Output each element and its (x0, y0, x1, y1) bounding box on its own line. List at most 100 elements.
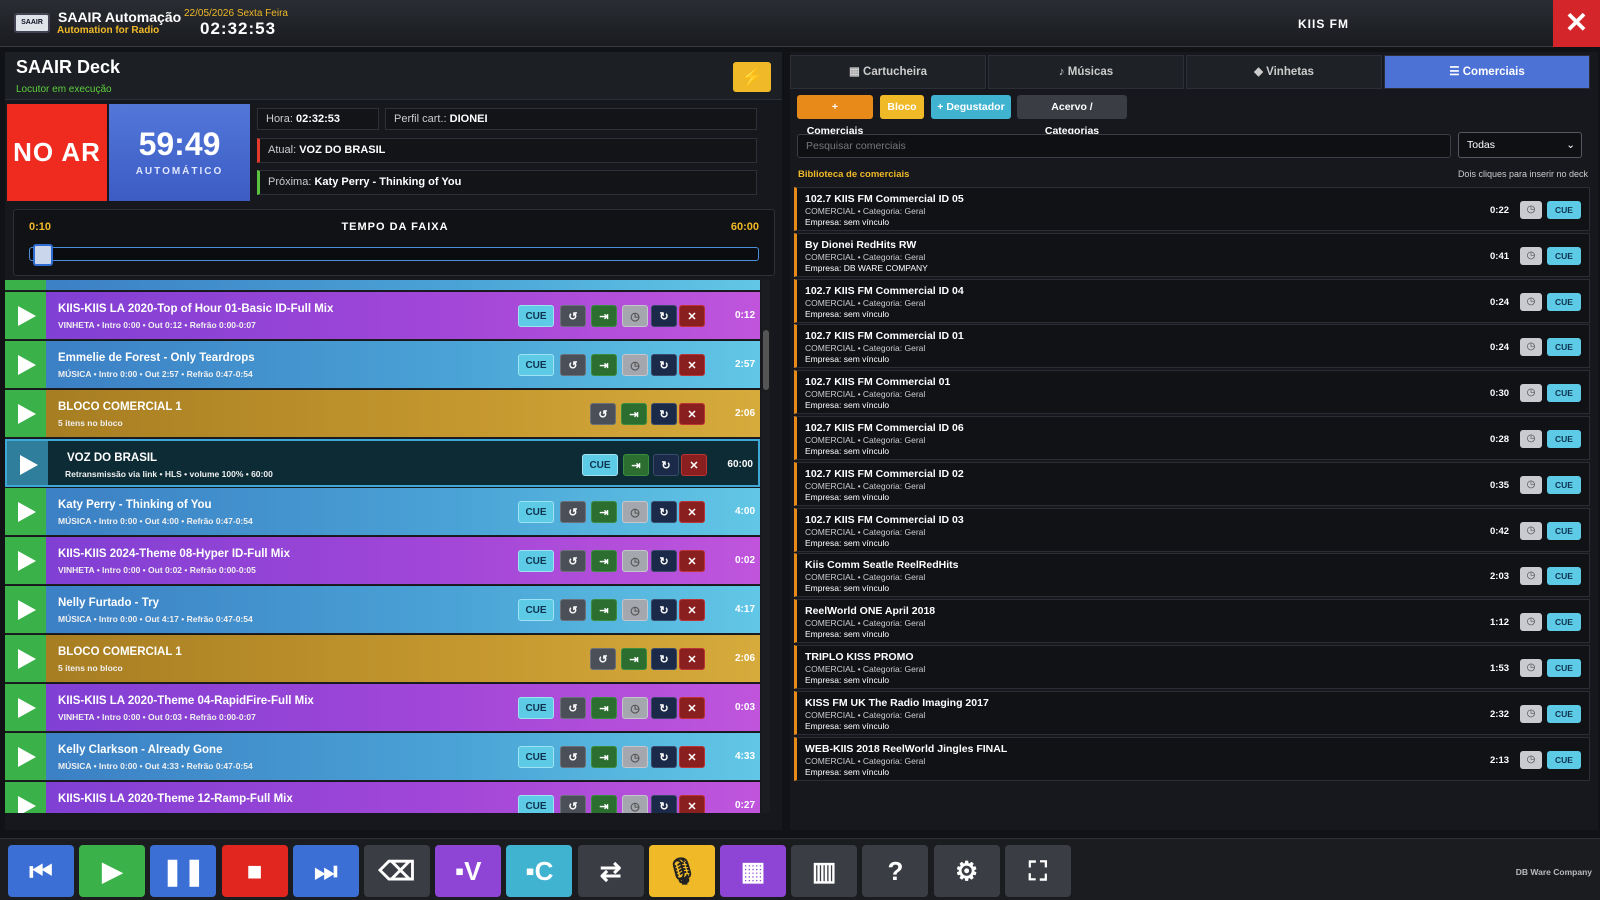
reload-button[interactable]: ↺ (560, 746, 586, 768)
add-comerciais-button[interactable]: + Comerciais (797, 95, 873, 137)
insert-button[interactable]: ⇥ (591, 599, 617, 621)
cue-button[interactable]: CUE (518, 550, 554, 572)
category-select[interactable]: Todas ⌄ (1458, 132, 1582, 158)
schedule-button[interactable]: ◷ (1520, 567, 1542, 586)
schedule-button[interactable]: ◷ (1520, 704, 1542, 723)
play-button[interactable]: ▶ (79, 845, 146, 897)
acervo-button[interactable]: Acervo / Categorias (1017, 95, 1127, 137)
commercial-item[interactable]: 102.7 KIIS FM Commercial 01 COMERCIAL • C… (794, 370, 1590, 415)
insert-button[interactable]: ⇥ (591, 354, 617, 376)
row-play-button[interactable] (5, 782, 46, 813)
cue-button[interactable]: CUE (582, 454, 618, 476)
commercial-item[interactable]: ReelWorld ONE April 2018 COMERCIAL • Cate… (794, 599, 1590, 644)
cue-button[interactable]: CUE (518, 305, 554, 327)
playlist-row[interactable]: Katy Perry - Thinking of You MÚSICA • Int… (5, 488, 760, 536)
insert-button[interactable]: ⇥ (591, 697, 617, 719)
schedule-button[interactable]: ◷ (1520, 521, 1542, 540)
reload-button[interactable]: ↺ (590, 403, 616, 425)
schedule-button[interactable]: ◷ (1520, 659, 1542, 677)
repeat-button[interactable]: ↻ (651, 599, 677, 621)
commercial-item[interactable]: WEB-KIIS 2018 ReelWorld Jingles FINAL COM… (794, 736, 1590, 781)
repeat-button[interactable]: ↻ (651, 746, 677, 768)
cue-button[interactable]: CUE (518, 746, 554, 768)
building-button[interactable]: ▥ (791, 845, 858, 897)
track-progress-slider[interactable] (29, 244, 759, 266)
schedule-button[interactable]: ◷ (622, 550, 648, 572)
commercial-item[interactable]: 102.7 KIIS FM Commercial ID 02 COMERCIAL … (794, 461, 1590, 506)
schedule-button[interactable]: ◷ (1520, 338, 1542, 357)
close-button[interactable]: ✕ (1553, 0, 1600, 47)
eraser-button[interactable]: ⌫ (364, 845, 430, 897)
comerciais-button[interactable]: ▪C (506, 845, 573, 897)
playlist-row[interactable]: MÚSICA • Intro 0:00 • Out 3:43 • Refrão … (5, 280, 760, 291)
remove-button[interactable]: ✕ (679, 648, 705, 670)
reload-button[interactable]: ↺ (560, 354, 586, 376)
grid-button[interactable]: ▦ (720, 845, 786, 897)
playlist-row[interactable]: Kelly Clarkson - Already Gone MÚSICA • In… (5, 733, 760, 781)
vinhetas-button[interactable]: ▪V (435, 845, 502, 897)
previous-button[interactable]: ⏮ (8, 845, 74, 897)
row-play-button[interactable] (5, 684, 46, 731)
row-play-button[interactable] (5, 341, 46, 388)
row-play-button[interactable] (5, 586, 46, 633)
row-play-button[interactable] (5, 292, 46, 339)
cue-button[interactable]: CUE (518, 795, 554, 813)
cue-button[interactable]: CUE (518, 599, 554, 621)
settings-button[interactable]: ⚙ (933, 845, 1000, 897)
remove-button[interactable]: ✕ (681, 454, 707, 476)
cue-button[interactable]: CUE (1547, 613, 1581, 632)
insert-button[interactable]: ⇥ (591, 501, 617, 523)
remove-button[interactable]: ✕ (679, 354, 705, 376)
commercial-item[interactable]: 102.7 KIIS FM Commercial ID 01 COMERCIAL … (794, 324, 1590, 369)
cue-button[interactable]: CUE (1547, 704, 1581, 723)
playlist-row[interactable]: KIIS-KIIS 2024-Theme 08-Hyper ID-Full Mi… (5, 537, 760, 585)
lightning-button[interactable]: ⚡ (733, 62, 771, 92)
schedule-button[interactable]: ◷ (1520, 430, 1542, 448)
cue-button[interactable]: CUE (1547, 659, 1581, 677)
cue-button[interactable]: CUE (1547, 567, 1581, 586)
mic-button[interactable]: 🎙 (648, 845, 715, 897)
remove-button[interactable]: ✕ (679, 599, 705, 621)
insert-button[interactable]: ⇥ (621, 403, 647, 425)
schedule-button[interactable]: ◷ (622, 501, 648, 523)
repeat-button[interactable]: ↻ (651, 795, 677, 813)
commercial-item[interactable]: 102.7 KIIS FM Commercial ID 06 COMERCIAL … (794, 416, 1590, 460)
row-play-button[interactable] (5, 537, 46, 584)
commercial-item[interactable]: Kiis Comm Seatle ReelRedHits COMERCIAL • … (794, 553, 1590, 598)
tab-cartucheira[interactable]: ▦ Cartucheira (790, 55, 986, 89)
insert-button[interactable]: ⇥ (591, 550, 617, 572)
remove-button[interactable]: ✕ (679, 697, 705, 719)
slider-thumb[interactable] (33, 244, 54, 266)
commercial-item[interactable]: KISS FM UK The Radio Imaging 2017 COMERCI… (794, 690, 1590, 735)
search-input[interactable]: Pesquisar comerciais (797, 134, 1451, 158)
cue-button[interactable]: CUE (1547, 750, 1581, 769)
playlist-row[interactable]: KIIS-KIIS LA 2020-Theme 12-Ramp-Full Mix… (5, 782, 760, 813)
cue-button[interactable]: CUE (518, 697, 554, 719)
cue-button[interactable]: CUE (1547, 201, 1581, 219)
playlist-row[interactable]: KIIS-KIIS LA 2020-Theme 04-RapidFire-Ful… (5, 684, 760, 732)
scrollbar-thumb[interactable] (763, 330, 769, 390)
schedule-button[interactable]: ◷ (622, 305, 648, 327)
cue-button[interactable]: CUE (518, 354, 554, 376)
repeat-button[interactable]: ↻ (653, 454, 679, 476)
reload-button[interactable]: ↺ (560, 795, 586, 813)
tab-musicas[interactable]: ♪ Músicas (988, 55, 1184, 89)
row-play-button[interactable] (5, 390, 46, 437)
repeat-button[interactable]: ↻ (651, 550, 677, 572)
reload-button[interactable]: ↺ (560, 550, 586, 572)
reload-button[interactable]: ↺ (590, 648, 616, 670)
repeat-button[interactable]: ↻ (651, 354, 677, 376)
tab-comerciais[interactable]: ☰ Comerciais (1384, 55, 1590, 89)
repeat-button[interactable]: ↻ (651, 501, 677, 523)
repeat-button[interactable]: ↻ (651, 648, 677, 670)
help-button[interactable]: ? (862, 845, 929, 897)
schedule-button[interactable]: ◷ (622, 697, 648, 719)
cue-button[interactable]: CUE (1547, 521, 1581, 540)
playlist-row[interactable]: Nelly Furtado - Try MÚSICA • Intro 0:00 •… (5, 586, 760, 634)
remove-button[interactable]: ✕ (679, 403, 705, 425)
schedule-button[interactable]: ◷ (1520, 475, 1542, 494)
remove-button[interactable]: ✕ (679, 550, 705, 572)
cue-button[interactable]: CUE (1547, 384, 1581, 403)
remove-button[interactable]: ✕ (679, 501, 705, 523)
playlist-row[interactable]: BLOCO COMERCIAL 1 5 itens no bloco 2:06 ↺ ⇥ ↻… (5, 390, 760, 438)
